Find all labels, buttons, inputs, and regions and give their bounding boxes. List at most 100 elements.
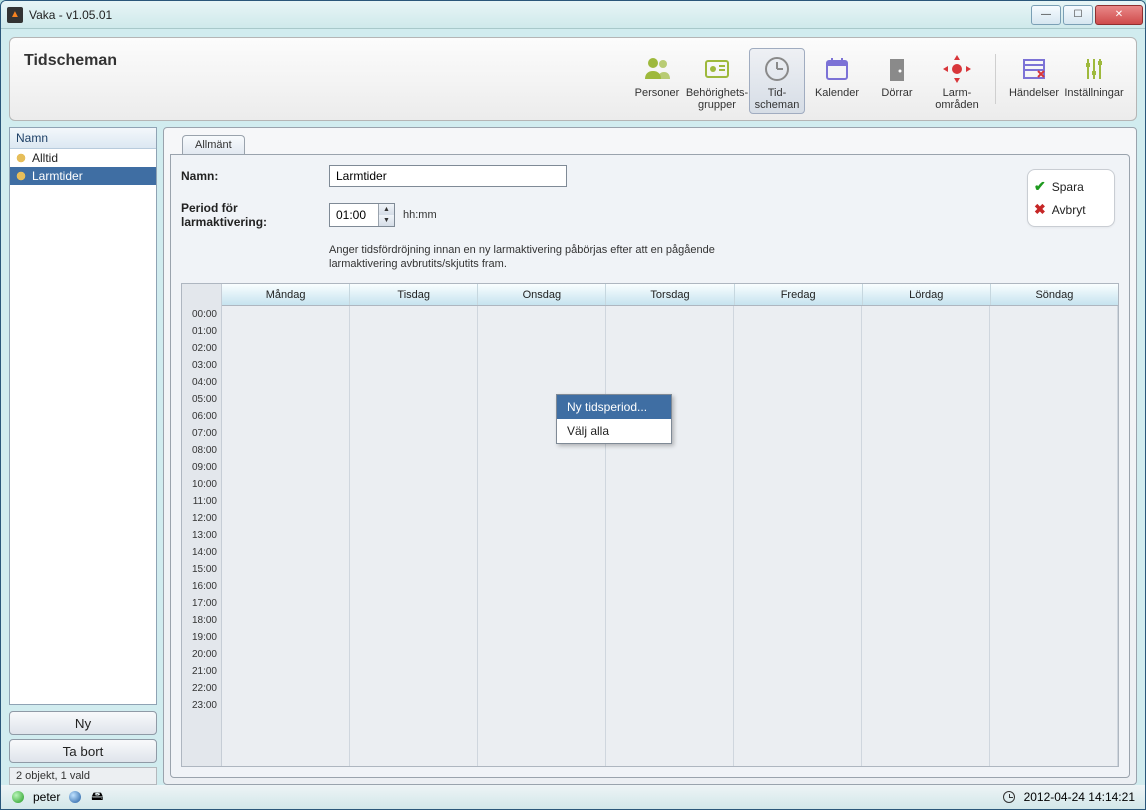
- clock-icon: [761, 53, 793, 85]
- time-label: 09:00: [182, 459, 221, 476]
- status-server-icon[interactable]: 🖴: [90, 790, 104, 804]
- toolbar-label: Dörrar: [881, 87, 912, 99]
- time-label: 05:00: [182, 391, 221, 408]
- day-header-cell[interactable]: Torsdag: [606, 284, 734, 305]
- time-label: 19:00: [182, 629, 221, 646]
- day-header-cell[interactable]: Tisdag: [350, 284, 478, 305]
- time-label: 04:00: [182, 374, 221, 391]
- period-spinner[interactable]: ▲ ▼: [329, 203, 395, 227]
- sidebar-heading[interactable]: Namn: [10, 128, 156, 149]
- time-label: 13:00: [182, 527, 221, 544]
- time-label: 17:00: [182, 595, 221, 612]
- action-box: ✔ Spara ✖ Avbryt: [1027, 169, 1115, 227]
- sliders-icon: [1078, 53, 1110, 85]
- id-badge-icon: [701, 53, 733, 85]
- toolbar-personer[interactable]: Personer: [629, 48, 685, 102]
- toolbar-handelser[interactable]: Händelser: [1006, 48, 1062, 102]
- ctx-new-period[interactable]: Ny tidsperiod...: [557, 395, 671, 419]
- time-label: 21:00: [182, 663, 221, 680]
- ctx-select-all[interactable]: Välj alla: [557, 419, 671, 443]
- status-user: peter: [33, 790, 60, 804]
- period-help: Anger tidsfördröjning innan en ny larmak…: [329, 243, 759, 271]
- day-column[interactable]: [862, 306, 990, 766]
- name-label: Namn:: [181, 169, 321, 183]
- toolbar-kalender[interactable]: Kalender: [809, 48, 865, 102]
- toolbar-label: Kalender: [815, 87, 859, 99]
- close-button[interactable]: ✕: [1095, 5, 1143, 25]
- new-button[interactable]: Ny: [9, 711, 157, 735]
- sidebar-status: 2 objekt, 1 vald: [9, 767, 157, 785]
- save-button[interactable]: ✔ Spara: [1034, 178, 1108, 195]
- time-label: 15:00: [182, 561, 221, 578]
- time-label: 01:00: [182, 323, 221, 340]
- toolbar-dorrar[interactable]: Dörrar: [869, 48, 925, 102]
- titlebar: ▲ Vaka - v1.05.01 — ☐ ✕: [1, 1, 1145, 29]
- page-title: Tidscheman: [24, 48, 117, 70]
- period-input[interactable]: [330, 204, 378, 226]
- time-label: 00:00: [182, 306, 221, 323]
- schedule-body[interactable]: Ny tidsperiod... Välj alla: [222, 306, 1118, 766]
- time-label: 14:00: [182, 544, 221, 561]
- time-label: 20:00: [182, 646, 221, 663]
- toolbar-behorighets[interactable]: Behörighets- grupper: [689, 48, 745, 114]
- spinner-down[interactable]: ▼: [379, 215, 394, 226]
- sidebar-list: Alltid Larmtider: [10, 149, 156, 704]
- people-icon: [641, 53, 673, 85]
- toolbar-installningar[interactable]: Inställningar: [1066, 48, 1122, 102]
- toolbar-divider: [995, 54, 996, 104]
- time-label: 10:00: [182, 476, 221, 493]
- day-header-cell[interactable]: Söndag: [991, 284, 1118, 305]
- time-axis: 00:0001:0002:0003:0004:0005:0006:0007:00…: [182, 284, 222, 766]
- status-connected-icon: [11, 790, 25, 804]
- toolbar-tidscheman[interactable]: Tid- scheman: [749, 48, 805, 114]
- time-label: 18:00: [182, 612, 221, 629]
- spinner-up[interactable]: ▲: [379, 204, 394, 215]
- day-header: MåndagTisdagOnsdagTorsdagFredagLördagSön…: [222, 284, 1118, 306]
- time-label: 03:00: [182, 357, 221, 374]
- clock-icon: [1002, 790, 1016, 804]
- day-header-cell[interactable]: Lördag: [863, 284, 991, 305]
- toolbar-label: Tid- scheman: [755, 87, 800, 111]
- day-header-cell[interactable]: Onsdag: [478, 284, 606, 305]
- statusbar: peter 🖴 2012-04-24 14:14:21: [1, 785, 1145, 809]
- period-label: Period för larmaktivering:: [181, 201, 321, 229]
- calendar-icon: [821, 53, 853, 85]
- events-icon: [1018, 53, 1050, 85]
- day-column[interactable]: [222, 306, 350, 766]
- main-panel: Allmänt ✔ Spara ✖ Avbryt: [163, 127, 1137, 785]
- maximize-button[interactable]: ☐: [1063, 5, 1093, 25]
- cancel-icon: ✖: [1034, 201, 1046, 218]
- context-menu: Ny tidsperiod... Välj alla: [556, 394, 672, 444]
- toolbar-label: Händelser: [1009, 87, 1059, 99]
- time-label: 07:00: [182, 425, 221, 442]
- day-column[interactable]: [734, 306, 862, 766]
- time-label: 02:00: [182, 340, 221, 357]
- time-label: 06:00: [182, 408, 221, 425]
- check-icon: ✔: [1034, 178, 1046, 195]
- tab-general[interactable]: Allmänt: [182, 135, 245, 154]
- day-column[interactable]: [606, 306, 734, 766]
- day-header-cell[interactable]: Fredag: [735, 284, 863, 305]
- toolbar-larmomraden[interactable]: Larm- områden: [929, 48, 985, 114]
- schedule: 00:0001:0002:0003:0004:0005:0006:0007:00…: [181, 283, 1119, 767]
- day-header-cell[interactable]: Måndag: [222, 284, 350, 305]
- sidebar-item-alltid[interactable]: Alltid: [10, 149, 156, 167]
- day-column[interactable]: [350, 306, 478, 766]
- save-label: Spara: [1052, 180, 1084, 194]
- day-column[interactable]: [990, 306, 1118, 766]
- sidebar-item-larmtider[interactable]: Larmtider: [10, 167, 156, 185]
- status-timestamp: 2012-04-24 14:14:21: [1024, 790, 1135, 804]
- toolbar-label: Inställningar: [1064, 87, 1123, 99]
- day-column[interactable]: [478, 306, 606, 766]
- delete-button[interactable]: Ta bort: [9, 739, 157, 763]
- name-input[interactable]: [329, 165, 567, 187]
- status-info-icon[interactable]: [68, 790, 82, 804]
- toolbar-label: Behörighets- grupper: [686, 87, 748, 111]
- door-icon: [881, 53, 913, 85]
- time-label: 22:00: [182, 680, 221, 697]
- period-hint: hh:mm: [403, 209, 437, 221]
- cancel-button[interactable]: ✖ Avbryt: [1034, 201, 1108, 218]
- minimize-button[interactable]: —: [1031, 5, 1061, 25]
- cancel-label: Avbryt: [1052, 203, 1086, 217]
- time-label: 16:00: [182, 578, 221, 595]
